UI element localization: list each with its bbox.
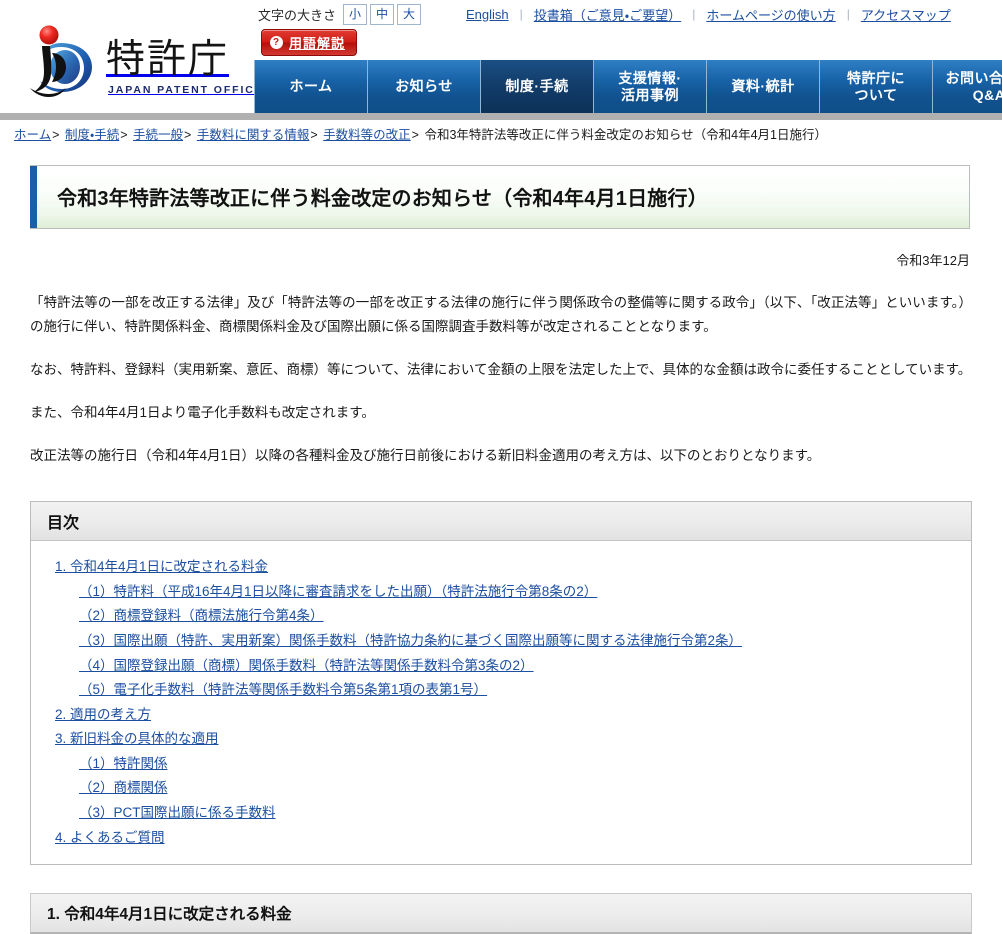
- nav-item-system-procedures[interactable]: 制度·手続: [481, 60, 594, 113]
- section-heading-1: 1. 令和4年4月1日に改定される料金: [30, 893, 972, 934]
- page-title: 令和3年特許法等改正に伴う料金改定のお知らせ（令和4年4月1日施行）: [39, 182, 708, 211]
- breadcrumb-current-page: 令和3年特許法等改正に伴う料金改定のお知らせ（令和4年4月1日施行）: [424, 128, 827, 142]
- nav-label: お知らせ: [395, 78, 453, 95]
- breadcrumb-item-home[interactable]: ホーム: [14, 128, 51, 142]
- link-english[interactable]: English: [464, 7, 511, 22]
- toc-item: （2）商標関係: [55, 776, 955, 801]
- toc-item: （4）国際登録出願（商標）関係手数料（特許法等関係手数料令第3条の2）: [55, 654, 955, 679]
- main-content: 令和3年特許法等改正に伴う料金改定のお知らせ（令和4年4月1日施行） 令和3年1…: [0, 165, 1002, 934]
- toc-item: 2. 適用の考え方: [55, 703, 955, 728]
- page-title-accent-bar: [30, 166, 37, 228]
- breadcrumb: ホーム> 制度・手続> 手続一般> 手数料に関する情報> 手数料等の改正> 令和…: [0, 120, 1002, 151]
- toc-item: 4. よくあるご質問: [55, 826, 955, 851]
- body-paragraph-1: 「特許法等の一部を改正する法律」及び「特許法等の一部を改正する法律の施行に伴う関…: [30, 291, 972, 341]
- toc-item: （1）特許料（平成16年4月1日以降に審査請求をした出願）（特許法施行令第8条の…: [55, 580, 955, 605]
- nav-item-documents-statistics[interactable]: 資料·統計: [707, 60, 820, 113]
- toc-link-3[interactable]: 3. 新旧料金の具体的な適用: [55, 731, 219, 746]
- breadcrumb-separator: >: [184, 128, 191, 142]
- toc-link-3-2[interactable]: （2）商標関係: [79, 780, 168, 795]
- link-divider: |: [692, 7, 695, 21]
- body-paragraph-4: 改正法等の施行日（令和4年4月1日）以降の各種料金及び施行日前後における新旧料金…: [30, 444, 972, 469]
- nav-item-news[interactable]: お知らせ: [368, 60, 481, 113]
- global-navigation: ホーム お知らせ 制度·手続 支援情報· 活用事例 資料·統計 特許庁に ついて…: [254, 60, 1002, 113]
- breadcrumb-item-fee-revision[interactable]: 手数料等の改正: [323, 128, 411, 142]
- table-of-contents: 目次 1. 令和4年4月1日に改定される料金 （1）特許料（平成16年4月1日以…: [30, 501, 972, 865]
- breadcrumb-item-general-procedures[interactable]: 手続一般: [133, 128, 183, 142]
- toc-item: （2）商標登録料（商標法施行令第4条）: [55, 604, 955, 629]
- toc-link-1-1[interactable]: （1）特許料（平成16年4月1日以降に審査請求をした出願）（特許法施行令第8条の…: [79, 584, 597, 599]
- glossary-button[interactable]: ? 用語解説: [261, 29, 357, 56]
- toc-link-1-4[interactable]: （4）国際登録出願（商標）関係手数料（特許法等関係手数料令第3条の2）: [79, 658, 534, 673]
- link-divider: |: [520, 7, 523, 21]
- breadcrumb-item-system-procedures[interactable]: 制度・手続: [65, 128, 119, 142]
- fontsize-large-button[interactable]: 大: [397, 4, 421, 25]
- nav-label: 支援情報· 活用事例: [618, 70, 681, 103]
- nav-item-support-info[interactable]: 支援情報· 活用事例: [594, 60, 707, 113]
- toc-item: （5）電子化手数料（特許法等関係手数料令第5条第1項の表第1号）: [55, 678, 955, 703]
- toc-item: （3）PCT国際出願に係る手数料: [55, 801, 955, 826]
- toc-item: 3. 新旧料金の具体的な適用: [55, 727, 955, 752]
- toc-link-3-1[interactable]: （1）特許関係: [79, 756, 168, 771]
- header-divider: [0, 113, 1002, 120]
- breadcrumb-separator: >: [52, 128, 59, 142]
- nav-label: ホーム: [289, 78, 332, 95]
- toc-link-3-3[interactable]: （3）PCT国際出願に係る手数料: [79, 805, 276, 820]
- nav-label: お問い合わせ Q&A: [946, 70, 1002, 103]
- link-how-to-use[interactable]: ホームページの使い方: [704, 5, 837, 24]
- toc-link-1-2[interactable]: （2）商標登録料（商標法施行令第4条）: [79, 608, 324, 623]
- toc-link-1[interactable]: 1. 令和4年4月1日に改定される料金: [55, 559, 268, 574]
- logo-wordmark: 特許庁 JAPAN PATENT OFFICE: [106, 40, 264, 100]
- toc-link-4[interactable]: 4. よくあるご質問: [55, 830, 165, 845]
- nav-label: 資料·統計: [731, 78, 794, 95]
- toc-item: （1）特許関係: [55, 752, 955, 777]
- toc-item: 1. 令和4年4月1日に改定される料金: [55, 555, 955, 580]
- question-mark-icon: ?: [270, 36, 283, 49]
- breadcrumb-separator: >: [412, 128, 419, 142]
- publication-date: 令和3年12月: [22, 250, 970, 269]
- nav-item-contact-qa[interactable]: お問い合わせ Q&A: [933, 60, 1002, 113]
- glossary-button-label: 用語解説: [289, 33, 345, 52]
- toc-link-1-3[interactable]: （3）国際出願（特許、実用新案）関係手数料（特許協力条約に基づく国際出願等に関す…: [79, 633, 742, 648]
- site-header: 特許庁 JAPAN PATENT OFFICE 文字の大きさ 小 中 大 Eng…: [0, 0, 1002, 113]
- toc-heading: 目次: [31, 502, 971, 541]
- utility-links: English | 投書箱（ご意見・ご要望） | ホームページの使い方 | アク…: [464, 5, 953, 24]
- breadcrumb-item-fee-information[interactable]: 手数料に関する情報: [197, 128, 310, 142]
- body-paragraph-3: また、令和4年4月1日より電子化手数料も改定されます。: [30, 401, 972, 426]
- toc-item: （3）国際出願（特許、実用新案）関係手数料（特許協力条約に基づく国際出願等に関す…: [55, 629, 955, 654]
- link-access-map[interactable]: アクセスマップ: [859, 5, 953, 24]
- toc-link-1-5[interactable]: （5）電子化手数料（特許法等関係手数料令第5条第1項の表第1号）: [79, 682, 487, 697]
- body-paragraph-2: なお、特許料、登録料（実用新案、意匠、商標）等について、法律において金額の上限を…: [30, 358, 972, 383]
- logo-jp-name: 特許庁: [106, 40, 264, 79]
- logo-en-name: JAPAN PATENT OFFICE: [108, 84, 264, 96]
- fontsize-medium-button[interactable]: 中: [370, 4, 394, 25]
- nav-item-about-jpo[interactable]: 特許庁に ついて: [820, 60, 933, 113]
- nav-label: 制度·手続: [505, 78, 568, 95]
- fontsize-small-button[interactable]: 小: [343, 4, 367, 25]
- breadcrumb-separator: >: [310, 128, 317, 142]
- toc-list: 1. 令和4年4月1日に改定される料金 （1）特許料（平成16年4月1日以降に審…: [31, 541, 971, 864]
- breadcrumb-separator: >: [120, 128, 127, 142]
- site-logo[interactable]: 特許庁 JAPAN PATENT OFFICE: [22, 12, 264, 100]
- jpo-logo-icon: [22, 22, 100, 100]
- utility-row: 文字の大きさ 小 中 大 English | 投書箱（ご意見・ご要望） | ホー…: [258, 3, 992, 25]
- link-suggestion-box[interactable]: 投書箱（ご意見・ご要望）: [532, 5, 683, 24]
- link-divider: |: [847, 7, 850, 21]
- fontsize-label: 文字の大きさ: [258, 5, 336, 24]
- page-title-box: 令和3年特許法等改正に伴う料金改定のお知らせ（令和4年4月1日施行）: [30, 165, 970, 229]
- toc-link-2[interactable]: 2. 適用の考え方: [55, 707, 151, 722]
- nav-label: 特許庁に ついて: [847, 70, 905, 103]
- nav-item-home[interactable]: ホーム: [254, 60, 368, 113]
